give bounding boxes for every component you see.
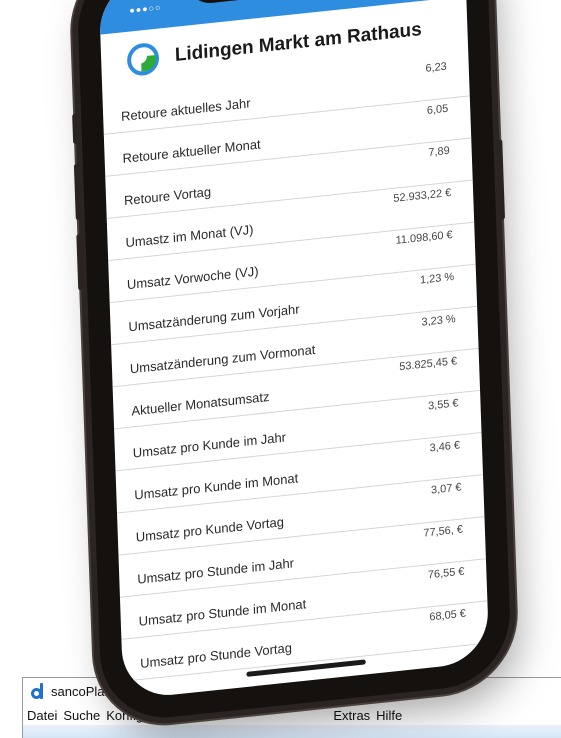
phone-mockup: ●●●○○ ◠ Lidingen Markt am Rathaus [0,0,561,738]
kpi-list: Retoure aktuelles Jahr 6,23 Retoure aktu… [102,54,489,682]
volume-up-button [73,163,81,221]
brand-logo-icon [126,41,160,78]
kpi-value: 53.825,45 € [399,355,458,374]
mute-switch [72,113,79,145]
kpi-label: Aktueller Monatsumsatz [131,388,270,419]
kpi-value: 3,07 € [430,481,462,497]
kpi-label: Umastz im Monat (VJ) [125,221,254,251]
kpi-label: Retoure aktuelles Jahr [120,95,251,124]
phone-frame: ●●●○○ ◠ Lidingen Markt am Rathaus [72,0,513,725]
kpi-value: 6,23 [425,60,447,75]
kpi-value: 52.933,22 € [393,186,452,205]
kpi-value: 77,56, € [423,523,464,540]
kpi-value: 76,55 € [427,565,465,582]
kpi-label: Umsatz pro Stunde Vortag [139,639,293,671]
kpi-label: Retoure Vortag [123,183,212,209]
signal-dots: ●●●○○ [129,2,162,16]
volume-down-button [76,233,84,291]
kpi-value: 3,55 € [427,397,459,413]
kpi-value: 6,05 [426,102,449,117]
power-button [497,139,506,220]
store-title: Lidingen Markt am Rathaus [174,19,423,67]
kpi-value: 7,89 [428,144,450,160]
kpi-value: 68,05 € [429,607,467,624]
kpi-value: 3,46 € [429,439,461,455]
kpi-label: Umsatz Vorwoche (VJ) [126,263,259,293]
kpi-value: 1,23 % [419,271,455,287]
kpi-label: Retoure aktueller Monat [122,136,261,167]
kpi-value: 3,23 % [421,313,456,329]
kpi-value: 11.098,60 € [395,228,453,247]
phone-screen: ●●●○○ ◠ Lidingen Markt am Rathaus [98,0,490,700]
